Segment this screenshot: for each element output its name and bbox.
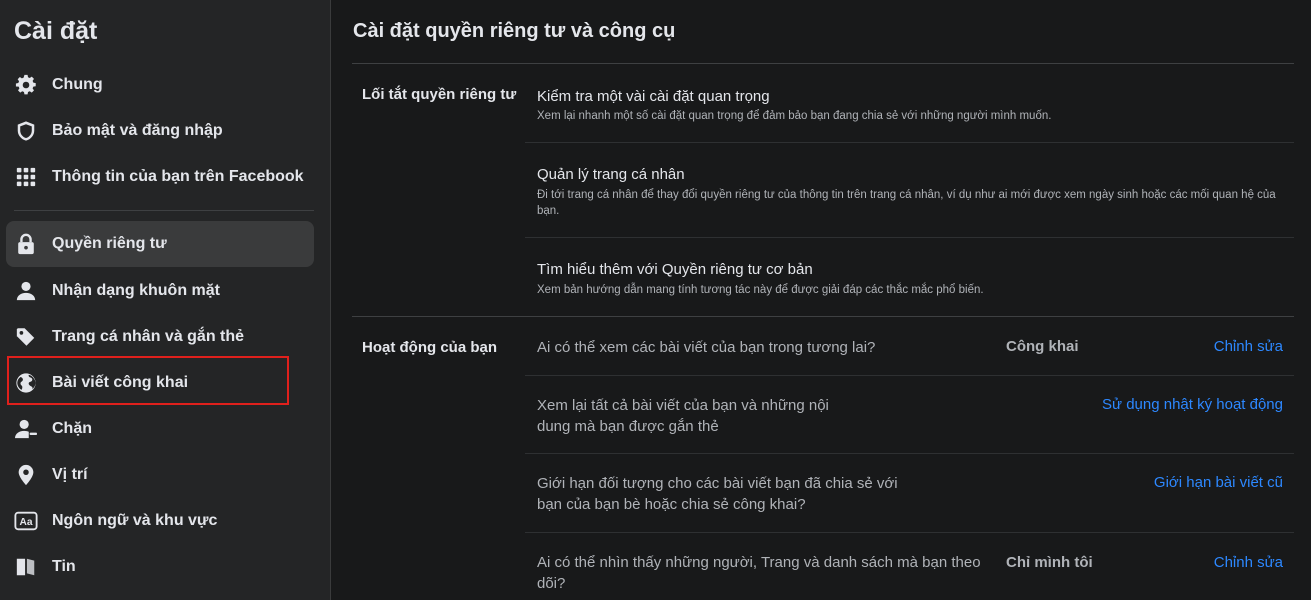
sidebar-title: Cài đặt <box>14 17 98 45</box>
location-pin-icon <box>14 463 38 487</box>
sidebar-item-stories[interactable]: Tin <box>6 544 314 590</box>
row-divider <box>525 237 1294 238</box>
grid-icon <box>14 165 38 189</box>
sidebar-item-label: Vị trí <box>52 466 88 483</box>
sidebar-item-blocking[interactable]: Chặn <box>6 406 314 452</box>
face-person-icon <box>14 279 38 303</box>
sidebar-divider <box>14 210 314 211</box>
gear-icon <box>14 73 38 97</box>
settings-sidebar: Cài đặt Chung Bảo mật và đăng nhập Thông… <box>0 0 331 600</box>
section-label-your-activity: Hoạt động của bạn <box>362 339 497 356</box>
row-divider <box>525 453 1294 454</box>
sidebar-item-location[interactable]: Vị trí <box>6 452 314 498</box>
sidebar-item-label: Trang cá nhân và gắn thẻ <box>52 328 245 345</box>
page-title: Cài đặt quyền riêng tư và công cụ <box>353 20 676 42</box>
shortcut-description: Xem bản hướng dẫn mang tính tương tác nà… <box>537 284 984 296</box>
section-label-privacy-shortcuts: Lối tắt quyền riêng tư <box>362 86 517 103</box>
sidebar-item-label: Tin <box>52 558 76 575</box>
sidebar-item-label: Bảo mật và đăng nhập <box>52 122 223 139</box>
block-user-icon <box>14 417 38 441</box>
sidebar-item-language-region[interactable]: Aa Ngôn ngữ và khu vực <box>6 498 314 544</box>
sidebar-item-label: Quyền riêng tư <box>52 235 167 252</box>
limit-past-posts-link[interactable]: Giới hạn bài viết cũ <box>1154 474 1283 491</box>
activity-value: Công khai <box>1006 338 1079 355</box>
tag-icon <box>14 325 38 349</box>
main-content: Cài đặt quyền riêng tư và công cụ Lối tắ… <box>332 0 1311 600</box>
sidebar-item-security[interactable]: Bảo mật và đăng nhập <box>6 108 314 154</box>
sidebar-item-profile-tagging[interactable]: Trang cá nhân và gắn thẻ <box>6 314 314 360</box>
activity-log-link[interactable]: Sử dụng nhật ký hoạt động <box>1102 396 1283 413</box>
edit-future-posts-link[interactable]: Chỉnh sửa <box>1214 338 1283 355</box>
shortcut-title: Quản lý trang cá nhân <box>537 166 685 183</box>
sidebar-item-general[interactable]: Chung <box>6 62 314 108</box>
row-divider <box>525 532 1294 533</box>
shortcut-description: Xem lại nhanh một số cài đặt quan trọng … <box>537 110 1052 122</box>
edit-following-link[interactable]: Chỉnh sửa <box>1214 554 1283 571</box>
sidebar-item-label: Thông tin của bạn trên Facebook <box>52 168 304 185</box>
sidebar-item-label: Chặn <box>52 420 92 437</box>
sidebar-item-label: Nhận dạng khuôn mặt <box>52 282 220 299</box>
title-divider <box>352 63 1294 64</box>
activity-question: Ai có thể xem các bài viết của bạn trong… <box>537 339 876 356</box>
lock-icon <box>14 232 38 256</box>
sidebar-item-label: Ngôn ngữ và khu vực <box>52 512 218 529</box>
highlight-box <box>7 356 289 405</box>
shortcut-description: Đi tới trang cá nhân để thay đổi quyền r… <box>537 189 1276 217</box>
activity-question: Giới hạn đối tượng cho các bài viết bạn … <box>537 475 898 513</box>
shield-icon <box>14 119 38 143</box>
activity-value: Chỉ mình tôi <box>1006 554 1093 571</box>
section-divider <box>352 316 1294 317</box>
sidebar-item-privacy[interactable]: Quyền riêng tư <box>6 221 314 267</box>
activity-question: Ai có thể nhìn thấy những người, Trang v… <box>537 554 981 592</box>
sidebar-item-your-information[interactable]: Thông tin của bạn trên Facebook <box>6 154 314 200</box>
row-divider <box>525 375 1294 376</box>
sidebar-item-face-recognition[interactable]: Nhận dạng khuôn mặt <box>6 268 314 314</box>
row-divider <box>525 142 1294 143</box>
book-icon <box>14 555 38 579</box>
sidebar-item-label: Chung <box>52 76 103 93</box>
language-icon: Aa <box>14 509 38 533</box>
shortcut-title: Kiểm tra một vài cài đặt quan trọng <box>537 88 770 105</box>
activity-question: Xem lại tất cả bài viết của bạn và những… <box>537 397 829 435</box>
shortcut-title: Tìm hiểu thêm với Quyền riêng tư cơ bản <box>537 261 813 278</box>
svg-text:Aa: Aa <box>20 517 33 528</box>
